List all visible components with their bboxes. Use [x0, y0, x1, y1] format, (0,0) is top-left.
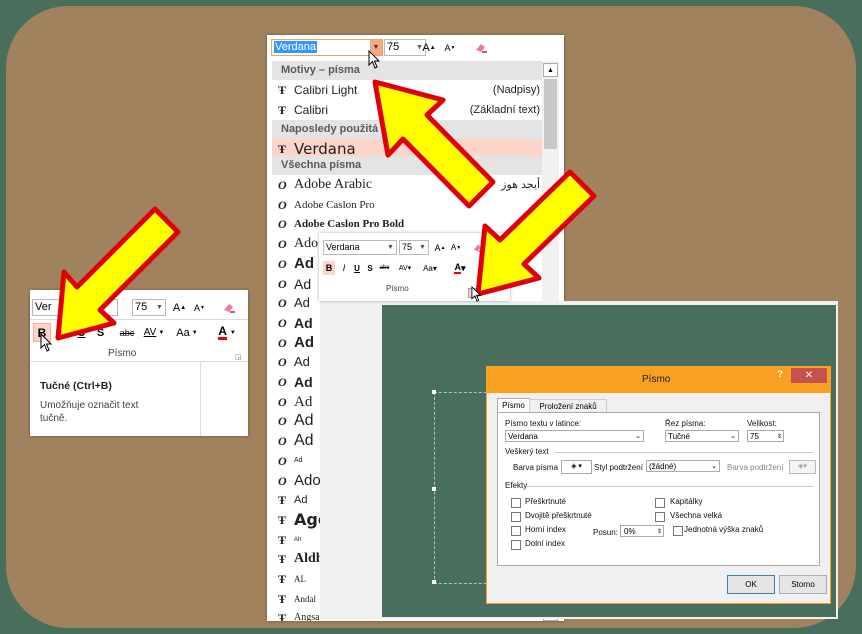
annotation-arrows [55, 79, 597, 341]
mouse-cursor-icon [368, 50, 381, 69]
mouse-cursor-icon [471, 286, 482, 302]
screenshot-stage: Ver 75 ▼ A▲ A▼ B I U S abc AV▼ Aa▼ A▼ Pí… [0, 0, 862, 634]
mouse-cursor-icon [40, 333, 53, 352]
arrow-to-dialog-launcher [475, 169, 597, 297]
arrow-to-bold-button [55, 206, 181, 341]
arrow-to-font-dropdown [372, 79, 496, 209]
